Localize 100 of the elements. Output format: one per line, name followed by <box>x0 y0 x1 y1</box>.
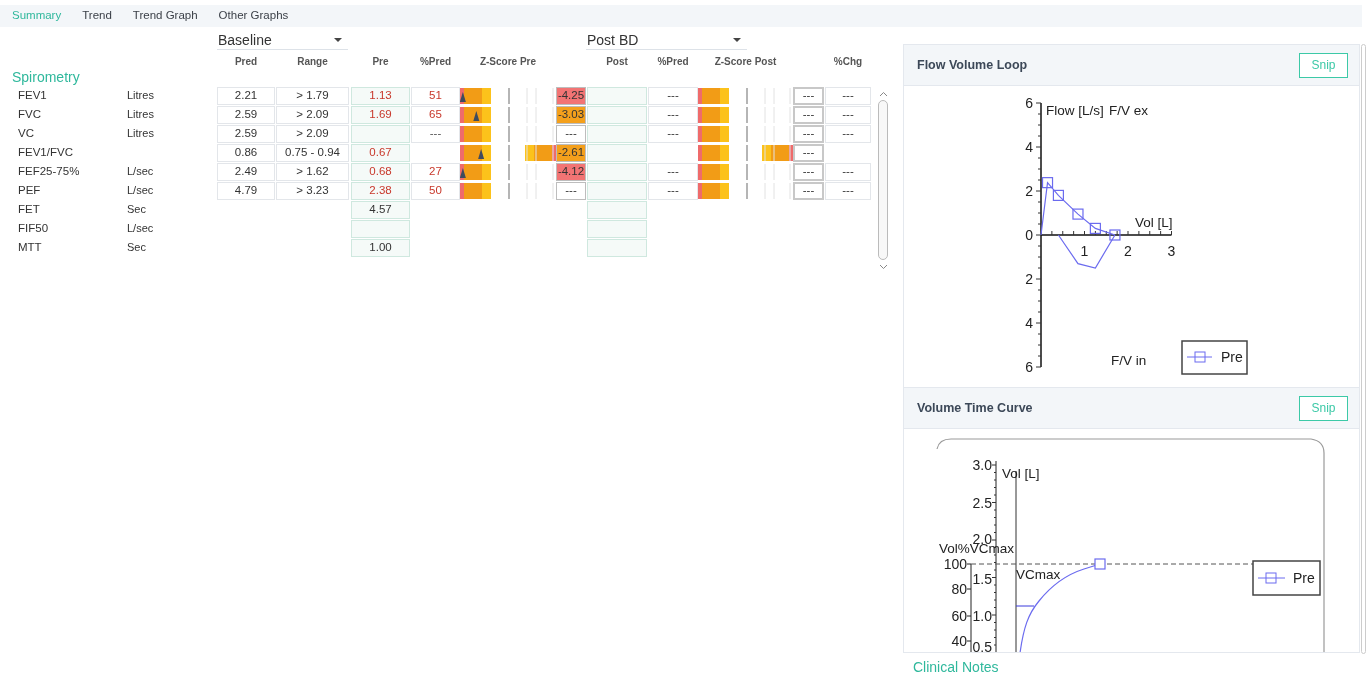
tick-label: 3 <box>1167 243 1176 259</box>
data-point <box>1109 229 1121 241</box>
table-cell: 4.79 <box>217 181 275 200</box>
unit-label: Litres <box>127 88 154 104</box>
table-cell: --- <box>825 124 871 143</box>
dropdown[interactable]: Post BD <box>586 31 747 50</box>
unit-label: Sec <box>127 240 146 256</box>
table-cell: > 1.79 <box>276 86 349 105</box>
upper-limit-band <box>762 144 793 161</box>
tick-label: 1.0 <box>972 608 992 624</box>
table-cell <box>587 143 647 162</box>
table-cell: --- <box>793 143 824 162</box>
tick-label: 4 <box>1025 139 1033 155</box>
legend-label: Pre <box>1221 349 1243 365</box>
tick-label: 0.5 <box>972 639 992 652</box>
table-cell: --- <box>825 162 871 181</box>
unit-label: Litres <box>127 126 154 142</box>
lower-limit-band <box>460 144 491 161</box>
parameter-name: VC <box>18 125 34 141</box>
tab[interactable]: Trend Graph <box>132 7 198 25</box>
table-cell: -2.61 <box>556 143 586 162</box>
parameter-name: PEF <box>18 182 41 198</box>
fev1-line <box>1015 605 1035 607</box>
column-header: Z-Score Pre <box>478 55 538 69</box>
lower-limit-band <box>698 163 729 180</box>
section-title: Spirometry <box>12 69 80 85</box>
tick-label: 6 <box>1025 95 1033 111</box>
table-cell: 1.00 <box>351 238 410 257</box>
axis-label: Vol [L] <box>1135 215 1173 230</box>
axis-label: Vol [L] <box>1002 466 1040 481</box>
legend-label: Pre <box>1293 570 1315 586</box>
tick-label: 100 <box>943 556 967 572</box>
table-cell: --- <box>556 181 586 200</box>
caret-icon <box>733 38 741 42</box>
table-cell: > 1.62 <box>276 162 349 181</box>
table-cell: > 3.23 <box>276 181 349 200</box>
card-title: Flow Volume Loop <box>917 56 1028 74</box>
table-cell: > 2.09 <box>276 105 349 124</box>
parameter-name: FIF50 <box>18 220 49 236</box>
table-cell <box>587 86 647 105</box>
tab[interactable]: Trend <box>82 7 112 25</box>
lower-limit-band <box>698 182 729 199</box>
tick-label: 4 <box>1025 315 1033 331</box>
scrollbar-thumb[interactable] <box>878 100 888 260</box>
table-cell: 2.49 <box>217 162 275 181</box>
column-header: Range <box>296 55 329 69</box>
scrollbar[interactable] <box>1361 44 1366 654</box>
table-cell: -4.12 <box>556 162 586 181</box>
table-cell <box>587 219 647 238</box>
column-header: %Chg <box>832 55 864 69</box>
table-cell: --- <box>648 105 698 124</box>
table-cell: --- <box>411 124 460 143</box>
lower-limit-band <box>460 182 491 199</box>
table-cell: 2.59 <box>217 124 275 143</box>
data-point <box>1094 558 1106 570</box>
chart-annotation: VCmax <box>1016 567 1061 582</box>
tick-label: 1.5 <box>972 571 992 587</box>
dropdown[interactable]: Baseline <box>217 31 348 50</box>
tab[interactable]: Other Graphs <box>218 7 289 25</box>
chevron-up-icon <box>878 91 888 97</box>
lower-limit-band <box>698 87 729 104</box>
data-point <box>1072 208 1084 220</box>
table-cell: 50 <box>411 181 460 200</box>
lower-limit-band <box>460 125 491 142</box>
table-cell <box>587 181 647 200</box>
table-cell: --- <box>648 124 698 143</box>
table-cell <box>351 219 410 238</box>
caret-icon <box>334 38 342 42</box>
table-cell: -3.03 <box>556 105 586 124</box>
column-header: Pre <box>371 55 390 69</box>
table-cell: --- <box>648 162 698 181</box>
card-title: Volume Time Curve <box>917 399 1033 417</box>
parameter-name: FVC <box>18 106 41 122</box>
lower-limit-band <box>460 163 491 180</box>
table-cell <box>587 238 647 257</box>
legend-box <box>1252 560 1321 596</box>
table-cell: --- <box>793 105 824 124</box>
parameter-name: FET <box>18 201 40 217</box>
lower-limit-band <box>698 106 729 123</box>
table-cell: --- <box>825 181 871 200</box>
parameter-name: FEV1 <box>18 87 47 103</box>
column-header: Z-Score Post <box>713 55 778 69</box>
column-header: %Pred <box>418 55 453 69</box>
tick-label: 3.0 <box>972 457 992 473</box>
table-cell: 27 <box>411 162 460 181</box>
unit-label: Litres <box>127 107 154 123</box>
table-cell: 65 <box>411 105 460 124</box>
lower-limit-band <box>460 106 491 123</box>
table-cell: --- <box>793 181 824 200</box>
table-cell <box>587 162 647 181</box>
parameter-name: MTT <box>18 239 42 255</box>
parameter-name: FEF25-75% <box>18 163 80 179</box>
table-cell: --- <box>793 162 824 181</box>
unit-label: L/sec <box>127 164 154 180</box>
chevron-down-icon <box>878 264 888 270</box>
table-cell: 51 <box>411 86 460 105</box>
column-header: Pred <box>233 55 259 69</box>
table-cell <box>587 105 647 124</box>
unit-label: L/sec <box>127 221 154 237</box>
table-cell: 1.13 <box>351 86 410 105</box>
